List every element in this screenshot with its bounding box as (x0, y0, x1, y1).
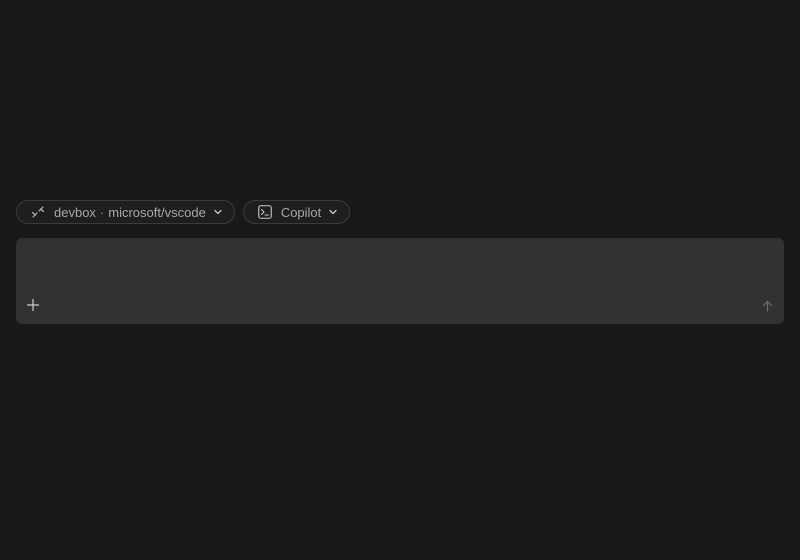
chevron-down-icon (212, 206, 224, 218)
send-button[interactable] (760, 299, 774, 313)
remote-host-label: devbox (54, 204, 96, 220)
context-chip-row: devbox · microsoft/vscode Copilot (16, 200, 351, 224)
chat-input[interactable] (28, 248, 772, 292)
add-context-button[interactable] (25, 297, 41, 313)
chat-composer (16, 238, 784, 324)
remote-repo-chip[interactable]: devbox · microsoft/vscode (16, 200, 235, 224)
agent-picker-chip[interactable]: Copilot (242, 200, 351, 224)
plus-icon (27, 299, 39, 311)
remote-connection-icon (30, 204, 46, 220)
repo-label: microsoft/vscode (108, 204, 206, 220)
terminal-icon (257, 204, 273, 220)
arrow-up-icon (762, 300, 773, 312)
app-root: devbox · microsoft/vscode Copilot (0, 0, 800, 560)
agent-label: Copilot (280, 204, 322, 220)
remote-separator: · (99, 204, 105, 220)
chevron-down-icon (327, 206, 339, 218)
